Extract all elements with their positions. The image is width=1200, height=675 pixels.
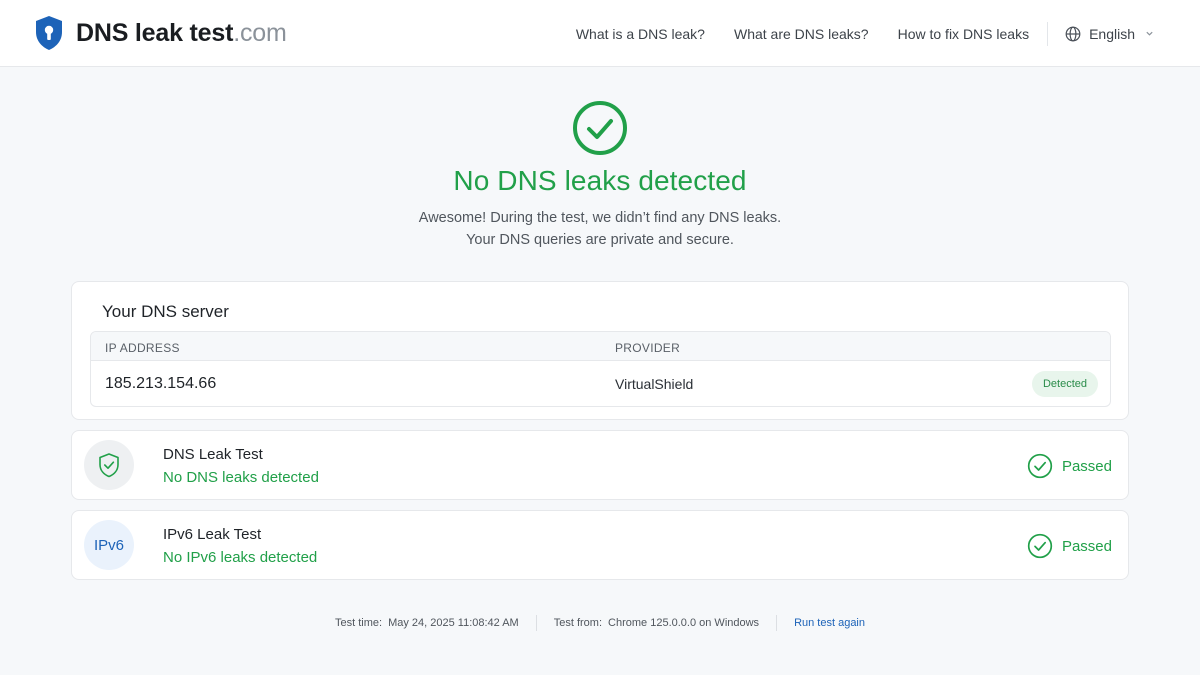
test-from: Test from: Chrome 125.0.0.0 on Windows [554, 617, 759, 629]
test-time-value: May 24, 2025 11:08:42 AM [388, 617, 519, 629]
ipv6-leak-test-card: IPv6 IPv6 Leak Test No IPv6 leaks detect… [71, 510, 1129, 580]
nav-what-are-dns-leaks[interactable]: What are DNS leaks? [734, 26, 869, 42]
main-nav: What is a DNS leak? What are DNS leaks? … [576, 0, 1154, 67]
dns-server-table: IP ADDRESS PROVIDER 185.213.154.66 Virtu… [90, 331, 1111, 407]
column-provider: PROVIDER [615, 341, 681, 355]
dns-leak-test-name: DNS Leak Test [163, 446, 263, 463]
chevron-down-icon [1146, 31, 1153, 36]
shield-lock-icon [36, 16, 62, 50]
result-hero: No DNS leaks detected Awesome! During th… [0, 67, 1200, 251]
ipv6-icon-text: IPv6 [93, 536, 124, 554]
result-description-line-2: Your DNS queries are private and secure. [466, 232, 734, 248]
result-description-line-1: Awesome! During the test, we didn’t find… [418, 210, 782, 226]
dns-leak-test-status-label: Passed [1061, 457, 1112, 475]
ipv6-leak-test-result: No IPv6 leaks detected [163, 549, 318, 566]
site-header: DNS leak test.com What is a DNS leak? Wh… [0, 0, 1200, 67]
status-badge: Detected [1031, 371, 1098, 397]
table-row: 185.213.154.66 VirtualShield Detected [91, 361, 1110, 406]
column-ip-address: IP ADDRESS [105, 341, 180, 355]
check-circle-icon [1027, 533, 1053, 559]
site-logo[interactable]: DNS leak test.com [34, 15, 287, 51]
run-test-again-link[interactable]: Run test again [794, 617, 865, 629]
ipv6-leak-test-status-label: Passed [1061, 537, 1112, 555]
brand-tld: .com [233, 18, 287, 47]
dns-leak-test-status: Passed [1027, 453, 1112, 479]
ipv6-leak-test-name: IPv6 Leak Test [163, 526, 262, 543]
test-time: Test time: May 24, 2025 11:08:42 AM [335, 617, 519, 629]
provider-value: VirtualShield [615, 376, 694, 392]
nav-divider [1047, 21, 1049, 46]
result-title: No DNS leaks detected [453, 165, 747, 196]
result-description: Awesome! During the test, we didn’t find… [0, 207, 1200, 251]
test-footer: Test time: May 24, 2025 11:08:42 AM Test… [0, 614, 1200, 632]
nav-how-to-fix[interactable]: How to fix DNS leaks [898, 26, 1029, 42]
shield-check-icon [99, 453, 119, 478]
language-selector[interactable]: English [1065, 26, 1154, 42]
dns-leak-test-icon-wrap [84, 440, 134, 490]
ipv6-icon: IPv6 [84, 520, 134, 570]
check-circle-icon [573, 101, 627, 155]
nav-what-is-dns-leak[interactable]: What is a DNS leak? [576, 26, 705, 42]
ipv6-leak-test-status: Passed [1027, 533, 1112, 559]
brand-name-main: DNS leak test [76, 18, 234, 47]
dns-server-title: Your DNS server [102, 302, 229, 321]
ip-address-value: 185.213.154.66 [105, 375, 217, 392]
test-from-label: Test from: [553, 617, 603, 629]
test-from-value: Chrome 125.0.0.0 on Windows [608, 617, 760, 629]
dns-server-card: Your DNS server IP ADDRESS PROVIDER 185.… [71, 281, 1129, 420]
brand-name: DNS leak test.com [76, 19, 287, 48]
language-label: English [1089, 25, 1135, 42]
footer-divider [535, 615, 537, 631]
check-circle-icon [1027, 453, 1053, 479]
dns-leak-test-card: DNS Leak Test No DNS leaks detected Pass… [71, 430, 1129, 500]
dns-leak-test-result: No DNS leaks detected [163, 469, 319, 486]
footer-divider [776, 615, 778, 631]
table-header: IP ADDRESS PROVIDER [91, 332, 1110, 361]
globe-icon [1065, 26, 1081, 41]
test-time-label: Test time: [334, 617, 383, 629]
